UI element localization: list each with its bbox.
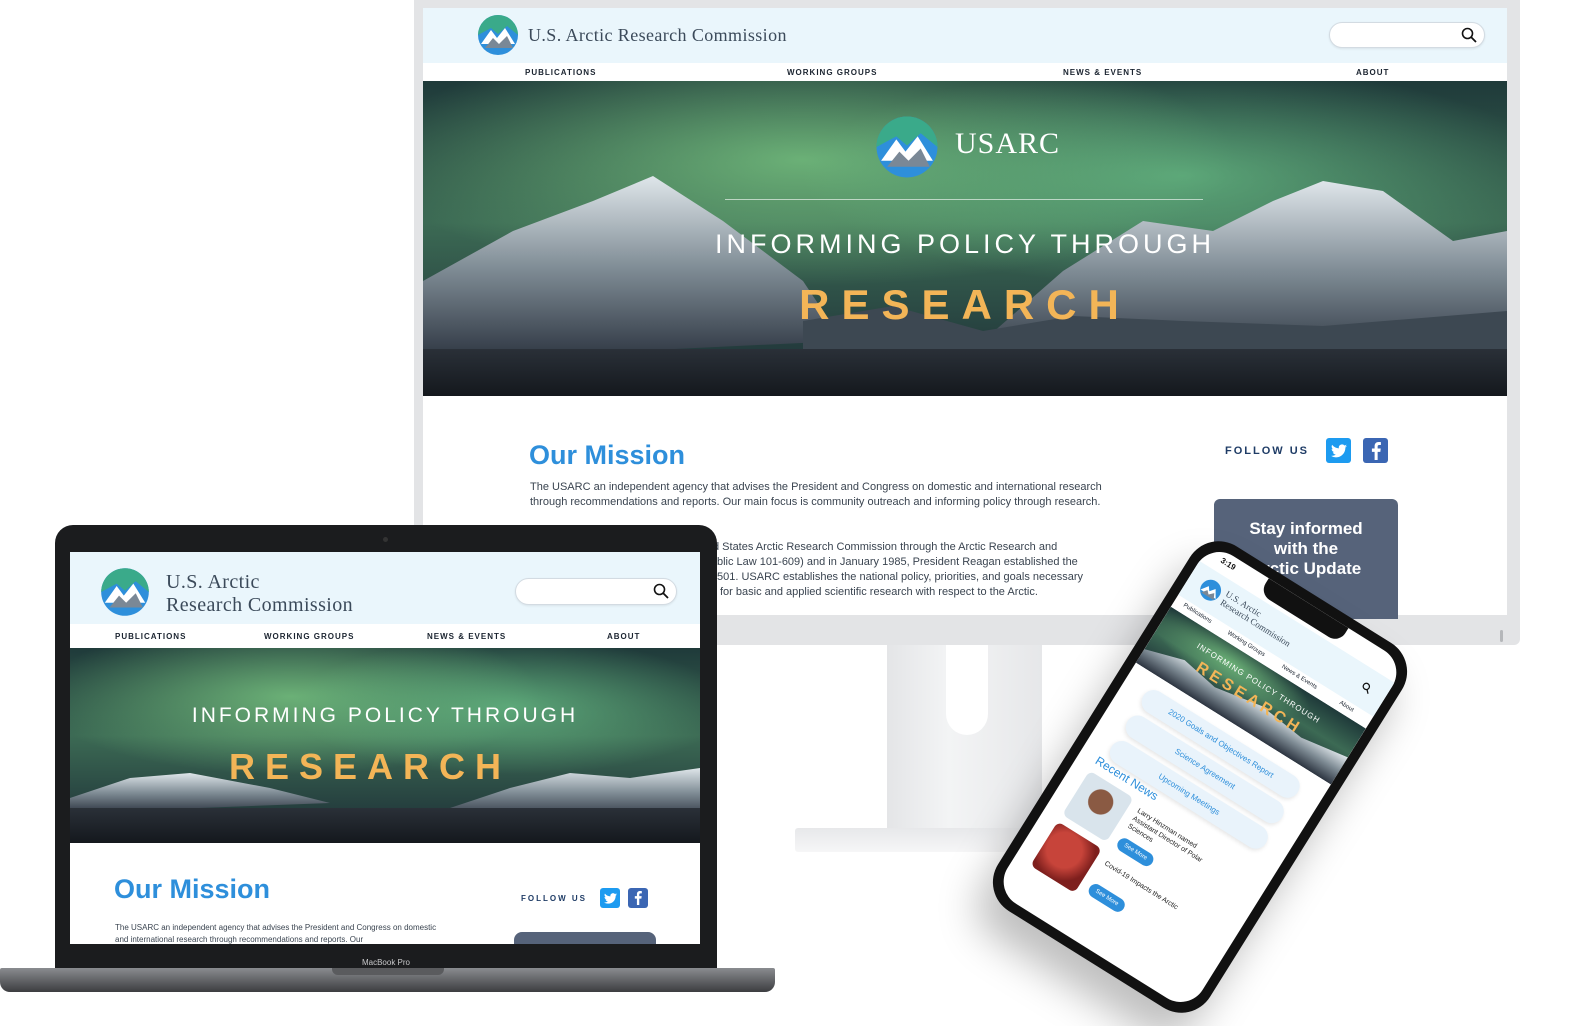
usarc-hero-logo-icon [876, 116, 938, 178]
site-title-line1: U.S. Arctic [166, 571, 260, 593]
nav-working-groups[interactable]: WORKING GROUPS [787, 68, 877, 77]
nav-news-events[interactable]: NEWS & EVENTS [427, 632, 506, 641]
monitor-stand-cutout [946, 645, 988, 735]
mission-paragraph-2-line3: 501. USARC establishes the national poli… [717, 571, 1084, 583]
newsletter-card[interactable] [514, 932, 656, 944]
laptop-website: U.S. Arctic Research Commission PUBLICAT… [70, 552, 700, 944]
follow-us-label: FOLLOW US [1225, 445, 1309, 457]
mission-paragraph: The USARC an independent agency that adv… [115, 923, 437, 944]
search-icon[interactable] [1360, 681, 1374, 695]
hero-banner: USARC INFORMING POLICY THROUGH RESEARCH [423, 81, 1507, 396]
follow-us-label: FOLLOW US [521, 894, 587, 903]
search-icon[interactable] [653, 583, 669, 599]
mission-paragraph-1: The USARC an independent agency that adv… [530, 481, 1102, 508]
nav-about[interactable]: ABOUT [607, 632, 640, 641]
usarc-logo-icon[interactable] [100, 567, 150, 617]
twitter-icon[interactable] [600, 888, 620, 908]
mission-heading: Our Mission [114, 874, 271, 904]
site-title-line2: Research Commission [166, 594, 354, 616]
mission-heading: Our Mission [529, 440, 686, 470]
mission-paragraph-2-line4: for basic and applied scientific researc… [720, 586, 1038, 598]
laptop-camera [383, 537, 388, 542]
nav-about[interactable]: ABOUT [1356, 68, 1389, 77]
laptop-brand-label: MacBook Pro [361, 958, 411, 967]
facebook-icon[interactable] [1363, 438, 1388, 463]
hero-acronym: USARC [955, 127, 1061, 160]
laptop-main-nav: PUBLICATIONS WORKING GROUPS NEWS & EVENT… [70, 624, 700, 648]
site-header: U.S. Arctic Research Commission [423, 8, 1507, 63]
hero-highlight: RESEARCH [799, 281, 1131, 328]
nav-working-groups[interactable]: WORKING GROUPS [264, 632, 354, 641]
mission-paragraph-2-line2: blic Law 101-609) and in January 1985, P… [717, 556, 1078, 568]
usarc-logo-icon[interactable] [477, 14, 519, 56]
hero-divider [725, 199, 1203, 200]
nav-publications[interactable]: PUBLICATIONS [115, 632, 186, 641]
see-more-button[interactable]: See More [1086, 881, 1128, 915]
twitter-icon[interactable] [1326, 438, 1351, 463]
laptop-search-input[interactable] [515, 578, 677, 605]
facebook-icon[interactable] [628, 888, 648, 908]
search-input[interactable] [1329, 22, 1485, 48]
monitor-scrollbar[interactable] [1500, 630, 1503, 642]
main-nav: PUBLICATIONS WORKING GROUPS NEWS & EVENT… [423, 63, 1507, 81]
hero-highlight: RESEARCH [228, 746, 512, 787]
newsletter-line1: Stay informed [1249, 519, 1363, 538]
laptop-site-header: U.S. Arctic Research Commission [70, 552, 700, 624]
status-time: 3:19 [1218, 555, 1238, 573]
hero-tagline: INFORMING POLICY THROUGH [191, 704, 579, 727]
site-title[interactable]: U.S. Arctic Research Commission [528, 25, 787, 46]
mission-paragraph-2-line1: d States Arctic Research Commission thro… [713, 541, 1058, 553]
laptop-hero-banner: INFORMING POLICY THROUGH RESEARCH [70, 648, 700, 843]
nav-news-events[interactable]: NEWS & EVENTS [1063, 68, 1142, 77]
hero-tagline: INFORMING POLICY THROUGH [714, 229, 1216, 259]
nav-publications[interactable]: PUBLICATIONS [525, 68, 596, 77]
laptop-hinge-notch [332, 968, 444, 975]
search-icon[interactable] [1461, 27, 1477, 43]
laptop-site-title[interactable]: U.S. Arctic Research Commission [166, 571, 353, 617]
